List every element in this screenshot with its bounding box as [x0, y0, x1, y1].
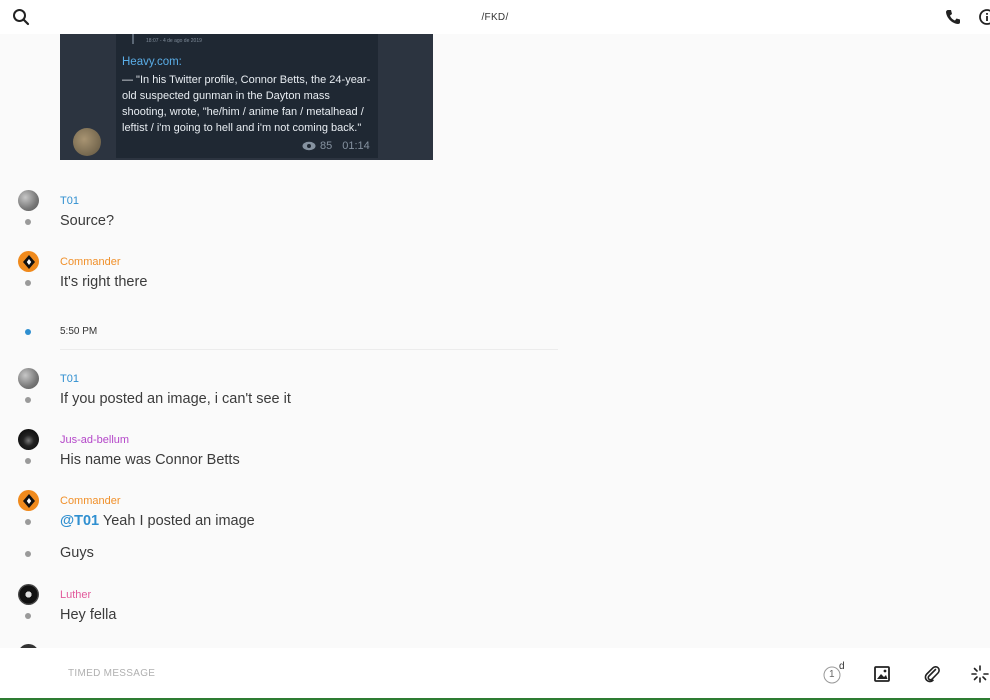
- message-image-attachment[interactable]: 18:07 - 4 de ago de 2019 Heavy.com: — "I…: [60, 34, 433, 160]
- message-status-dot: [25, 397, 31, 403]
- embed-meta: 18:07 - 4 de ago de 2019: [146, 38, 202, 44]
- message-text: Hey fella: [60, 607, 117, 623]
- message-text: @T01 Yeah I posted an image: [60, 513, 255, 529]
- message-status-dot: [25, 613, 31, 619]
- quote-line: [132, 34, 134, 44]
- paperclip-icon[interactable]: [922, 664, 942, 684]
- embed-views: 85: [320, 140, 333, 152]
- commander-logo-icon: [22, 493, 35, 508]
- message-username[interactable]: Jus-ad-bellum: [60, 434, 129, 446]
- message-text: Guys: [60, 545, 94, 561]
- avatar[interactable]: [18, 190, 39, 211]
- message-text: Source?: [60, 213, 115, 229]
- message-username[interactable]: Commander: [60, 495, 121, 507]
- timer-unit: d: [839, 661, 845, 672]
- embed-time: 01:14: [342, 140, 370, 152]
- time-separator: 5:50 PM: [60, 326, 98, 337]
- message-username[interactable]: Commander: [60, 256, 121, 268]
- message-status-dot: [25, 280, 31, 286]
- message-text: His name was Connor Betts: [60, 452, 240, 468]
- embed-stats: 85 01:14: [302, 140, 370, 152]
- embed-avatar: [73, 128, 101, 156]
- embed-quote: — "In his Twitter profile, Connor Betts,…: [122, 74, 371, 134]
- message-username[interactable]: Luther: [60, 589, 91, 601]
- eye-icon: [302, 141, 316, 151]
- avatar[interactable]: [18, 584, 39, 605]
- timer-value: 1: [829, 669, 835, 680]
- message-composer: TIMED MESSAGE 1 d: [0, 648, 990, 700]
- phone-icon[interactable]: [944, 8, 962, 26]
- message-input[interactable]: TIMED MESSAGE: [68, 668, 155, 679]
- message-status-dot: [25, 219, 31, 225]
- message-username[interactable]: T01: [60, 373, 79, 385]
- message-username[interactable]: T01: [60, 195, 79, 207]
- message-list[interactable]: 18:07 - 4 de ago de 2019 Heavy.com: — "I…: [0, 34, 990, 648]
- timer-button[interactable]: 1 d: [822, 661, 845, 684]
- message-status-dot: [25, 458, 31, 464]
- search-icon[interactable]: [12, 8, 30, 26]
- avatar[interactable]: [18, 429, 39, 450]
- message-status-dot: [25, 519, 31, 525]
- commander-logo-icon: [22, 254, 35, 269]
- avatar[interactable]: [18, 251, 39, 272]
- message-text-body: Yeah I posted an image: [99, 513, 255, 529]
- unread-dot: [25, 329, 31, 335]
- image-icon[interactable]: [872, 664, 892, 684]
- top-bar: /FKD/: [0, 0, 990, 34]
- message-status-dot: [25, 551, 31, 557]
- user-mention[interactable]: @T01: [60, 513, 99, 529]
- avatar[interactable]: [18, 490, 39, 511]
- message-text: It's right there: [60, 274, 148, 290]
- separator-line: [60, 349, 558, 350]
- chat-title: /FKD/: [481, 11, 509, 23]
- sparkle-icon[interactable]: [970, 664, 990, 684]
- avatar[interactable]: [18, 368, 39, 389]
- message-text: If you posted an image, i can't see it: [60, 391, 291, 407]
- info-icon[interactable]: [978, 8, 990, 26]
- embed-source: Heavy.com:: [122, 56, 182, 68]
